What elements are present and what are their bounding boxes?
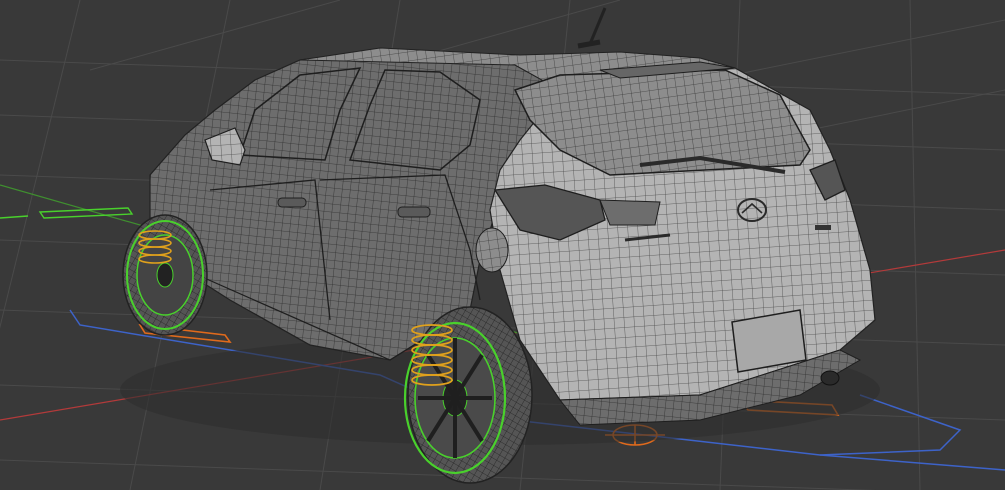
fuel-cap bbox=[475, 227, 509, 273]
viewport-canvas[interactable] bbox=[0, 0, 1005, 490]
door-handle-front bbox=[277, 197, 307, 208]
3d-viewport[interactable] bbox=[0, 0, 1005, 490]
antenna bbox=[588, 7, 607, 45]
boundary-outline-2 bbox=[819, 454, 1005, 471]
exhaust-pipe bbox=[820, 370, 840, 386]
license-plate bbox=[731, 309, 807, 373]
door-handle-rear bbox=[397, 206, 431, 218]
wheel-front-rig[interactable] bbox=[122, 214, 208, 336]
